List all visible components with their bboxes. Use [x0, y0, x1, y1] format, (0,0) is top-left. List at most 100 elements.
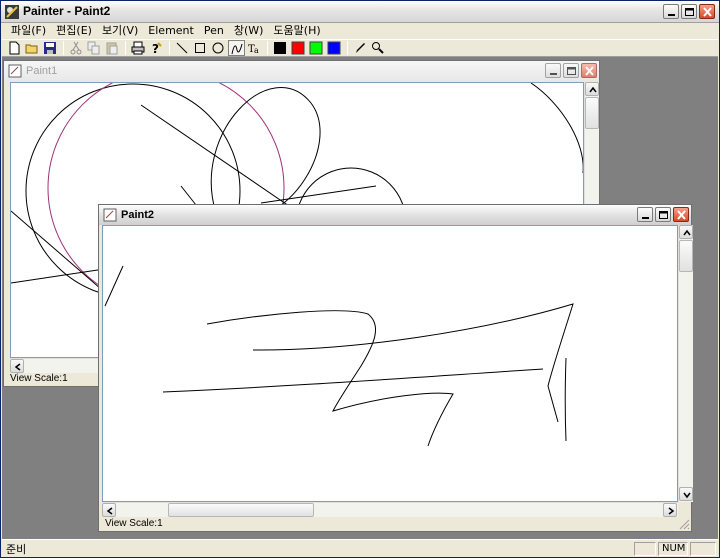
text-tool-button[interactable]: Ta — [246, 40, 263, 56]
color-black-button[interactable] — [272, 40, 289, 56]
open-button[interactable] — [24, 40, 41, 56]
document-icon — [103, 208, 117, 222]
copy-button[interactable] — [86, 40, 103, 56]
color-red-button[interactable] — [290, 40, 307, 56]
paint2-drawing — [104, 265, 574, 447]
arrow-up-icon — [683, 229, 691, 236]
color-blue-icon — [327, 41, 341, 55]
paint2-title: Paint2 — [121, 209, 155, 221]
close-button[interactable] — [699, 4, 715, 19]
maximize-icon — [659, 211, 668, 219]
paint1-minimize-button[interactable] — [545, 63, 561, 78]
status-panel-num: NUM — [658, 541, 688, 556]
minimize-icon — [550, 73, 557, 75]
menu-view[interactable]: 보기(V) — [97, 23, 143, 39]
new-file-button[interactable] — [6, 40, 23, 56]
minimize-icon — [668, 14, 675, 16]
close-icon — [677, 210, 686, 220]
scroll-up-button[interactable] — [679, 225, 693, 239]
svg-text:a: a — [254, 46, 259, 55]
painter-app-window: Painter - Paint2 파일(F) 편집(E) 보기(V) Eleme… — [0, 0, 720, 558]
paint2-minimize-button[interactable] — [637, 207, 653, 222]
scroll-down-button[interactable] — [679, 487, 693, 501]
menu-window[interactable]: 창(W) — [229, 23, 269, 39]
paint2-close-button[interactable] — [673, 207, 689, 222]
paint2-window[interactable]: Paint2 View Scale:1 — [98, 204, 693, 532]
scroll-left-button[interactable] — [10, 359, 24, 373]
arrow-left-icon — [106, 507, 113, 515]
pen-button[interactable] — [352, 40, 369, 56]
copy-icon — [87, 41, 100, 55]
toolbar-separator — [63, 41, 64, 55]
color-blue-button[interactable] — [326, 40, 343, 56]
toolbar-separator — [267, 41, 268, 55]
text-tool-icon: Ta — [248, 44, 259, 55]
paint2-horizontal-scrollbar[interactable] — [102, 502, 678, 517]
scroll-right-button[interactable] — [663, 503, 677, 517]
line-tool-icon — [176, 42, 188, 54]
paint1-title-bar[interactable]: Paint1 — [4, 61, 599, 81]
paint2-canvas[interactable] — [102, 225, 678, 502]
menu-element[interactable]: Element — [143, 23, 199, 39]
line-tool-button[interactable] — [174, 40, 191, 56]
print-icon — [131, 41, 145, 55]
close-icon — [585, 66, 594, 76]
circle-tool-button[interactable] — [210, 40, 227, 56]
menu-edit[interactable]: 편집(E) — [51, 23, 97, 39]
save-icon — [44, 42, 56, 54]
paste-button[interactable] — [104, 40, 121, 56]
paint2-vertical-scrollbar[interactable] — [678, 225, 693, 502]
new-file-icon — [9, 41, 20, 55]
paint1-maximize-button[interactable] — [563, 63, 579, 78]
toolbar-separator — [125, 41, 126, 55]
toolbar-separator — [169, 41, 170, 55]
print-button[interactable] — [130, 40, 147, 56]
status-text: 준비 — [6, 542, 27, 556]
color-green-icon — [309, 41, 323, 55]
status-panel-caps — [634, 541, 656, 556]
scroll-up-button[interactable] — [585, 82, 599, 96]
paint2-maximize-button[interactable] — [655, 207, 671, 222]
menu-file[interactable]: 파일(F) — [6, 23, 51, 39]
maximize-icon — [685, 8, 694, 16]
paste-icon — [106, 42, 118, 55]
zoom-icon — [372, 42, 384, 54]
resize-grip-icon[interactable] — [678, 518, 690, 530]
status-bar: 준비 NUM — [2, 539, 718, 557]
scroll-left-button[interactable] — [102, 503, 116, 517]
cut-button[interactable] — [68, 40, 85, 56]
app-icon — [5, 5, 19, 19]
app-title: Painter - Paint2 — [23, 4, 111, 18]
mdi-client-area: Paint1 View Scale:1 Paint2 View Scale:1 — [2, 57, 718, 539]
zoom-button[interactable] — [370, 40, 387, 56]
save-button[interactable] — [42, 40, 59, 56]
menu-pen[interactable]: Pen — [199, 23, 229, 39]
color-red-icon — [291, 41, 305, 55]
help-button[interactable]: ? — [148, 40, 165, 56]
arrow-right-icon — [668, 507, 675, 515]
curve-tool-button[interactable] — [228, 40, 245, 56]
color-green-button[interactable] — [308, 40, 325, 56]
maximize-button[interactable] — [681, 4, 697, 19]
minimize-button[interactable] — [663, 4, 679, 19]
help-icon: ? — [152, 42, 162, 55]
minimize-icon — [642, 217, 649, 219]
paint1-title: Paint1 — [26, 65, 58, 77]
status-panel-scroll — [690, 541, 716, 556]
curve-tool-icon — [231, 43, 243, 55]
menu-help[interactable]: 도움말(H) — [268, 23, 325, 39]
menu-bar: 파일(F) 편집(E) 보기(V) Element Pen 창(W) 도움말(H… — [2, 23, 718, 39]
app-title-bar[interactable]: Painter - Paint2 — [1, 1, 719, 23]
paint1-close-button[interactable] — [581, 63, 597, 78]
cut-icon — [70, 41, 82, 55]
arrow-up-icon — [589, 86, 597, 93]
scroll-thumb[interactable] — [168, 503, 314, 517]
scroll-thumb[interactable] — [679, 240, 693, 272]
circle-tool-icon — [212, 42, 224, 54]
paint2-title-bar[interactable]: Paint2 — [99, 205, 691, 225]
paint1-status: View Scale:1 — [10, 373, 68, 384]
color-black-icon — [274, 42, 286, 54]
rectangle-tool-button[interactable] — [192, 40, 209, 56]
document-icon — [8, 64, 22, 78]
scroll-thumb[interactable] — [585, 97, 599, 129]
